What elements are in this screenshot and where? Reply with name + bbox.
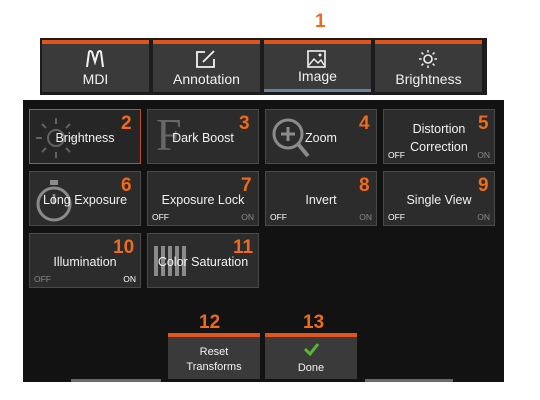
callout-9: 9 (478, 175, 489, 196)
callout-11: 11 (233, 237, 254, 258)
checkmark-icon (303, 343, 320, 357)
callout-13: 13 (303, 312, 325, 333)
on-label: ON (359, 212, 372, 222)
off-label: OFF (388, 212, 405, 222)
callout-6: 6 (121, 175, 132, 196)
mdi-icon (86, 50, 104, 68)
annotation-edit-icon (196, 50, 215, 68)
on-label: ON (477, 212, 490, 222)
image-settings-panel: Brightness 2 F Dark Boost 3 Zoom 4 Disto… (23, 100, 504, 382)
tab-image[interactable]: Image (264, 40, 371, 92)
on-label: ON (123, 274, 136, 284)
scroll-indicator-left (71, 379, 161, 382)
callout-2: 2 (121, 113, 132, 134)
callout-5: 5 (478, 113, 489, 134)
button-label: Done (297, 362, 325, 374)
tab-annotation[interactable]: Annotation (153, 40, 260, 92)
tab-label: MDI (82, 71, 109, 87)
callout-8: 8 (359, 175, 370, 196)
button-label-line1: Reset (199, 346, 229, 358)
on-label: ON (241, 212, 254, 222)
callout-3: 3 (239, 113, 250, 134)
off-label: OFF (270, 212, 287, 222)
scroll-indicator-right (365, 379, 453, 382)
tab-label: Annotation (173, 71, 240, 87)
image-icon (307, 50, 326, 68)
tab-brightness[interactable]: Brightness (375, 40, 482, 92)
off-label: OFF (152, 212, 169, 222)
button-label-line2: Transforms (186, 361, 242, 373)
callout-10: 10 (113, 237, 135, 258)
tab-label: Image (298, 68, 337, 84)
callout-1: 1 (315, 11, 326, 32)
done-button[interactable]: Done (265, 333, 357, 379)
on-label: ON (477, 150, 490, 160)
sun-icon (419, 50, 437, 68)
off-label: OFF (34, 274, 51, 284)
off-label: OFF (388, 150, 405, 160)
callout-7: 7 (241, 175, 252, 196)
reset-transforms-button[interactable]: Reset Transforms (168, 333, 260, 379)
top-tab-bar: MDI Annotation Image Brightness (40, 38, 487, 95)
tab-mdi[interactable]: MDI (42, 40, 149, 92)
tab-label: Brightness (395, 71, 462, 87)
callout-4: 4 (359, 113, 370, 134)
callout-12: 12 (199, 312, 221, 333)
